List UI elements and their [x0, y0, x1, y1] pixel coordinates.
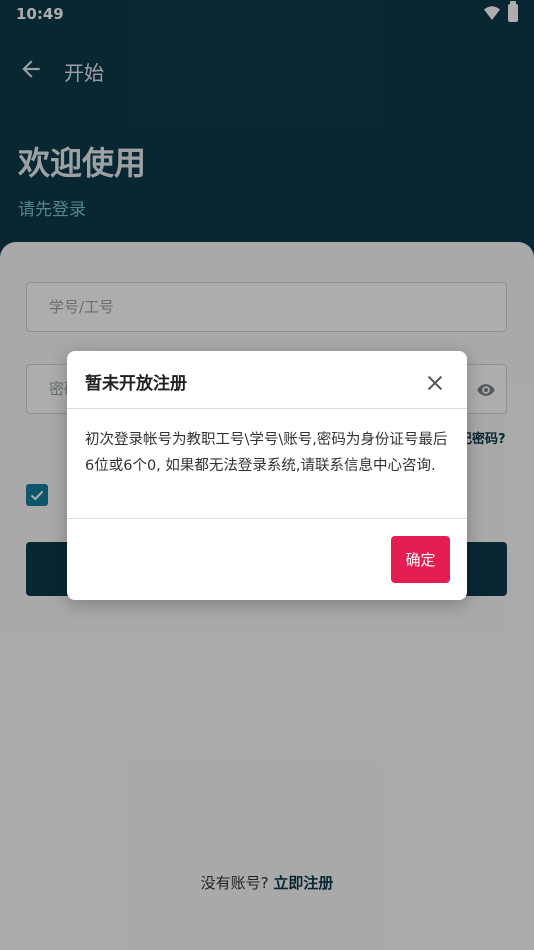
dialog-title: 暂未开放注册 [85, 374, 187, 394]
dialog-divider-top [67, 408, 467, 409]
close-icon[interactable] [424, 372, 446, 394]
confirm-button[interactable]: 确定 [391, 536, 450, 583]
dialog-divider-bottom [67, 518, 467, 519]
registration-closed-dialog: 暂未开放注册 初次登录帐号为教职工号\学号\账号,密码为身份证号最后6位或6个0… [67, 351, 467, 600]
dialog-message: 初次登录帐号为教职工号\学号\账号,密码为身份证号最后6位或6个0, 如果都无法… [85, 432, 448, 474]
